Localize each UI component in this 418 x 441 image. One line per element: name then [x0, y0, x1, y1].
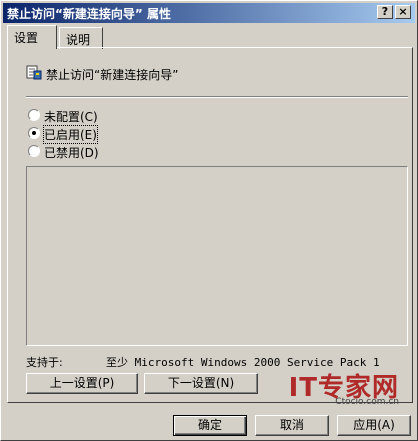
- properties-dialog: 禁止访问“新建连接向导” 属性 ? × 设置 说明 禁止访问“新建连接向导” 未…: [0, 0, 418, 441]
- title-bar[interactable]: 禁止访问“新建连接向导” 属性 ? ×: [3, 3, 415, 23]
- apply-button[interactable]: 应用(A): [337, 415, 411, 436]
- option-label: 未配置(C): [44, 110, 98, 124]
- option-label: 已启用(E): [43, 125, 98, 144]
- policy-setting-icon: [26, 65, 42, 80]
- watermark-sub: Ctocio.com.cn: [335, 397, 399, 407]
- settings-panel: 禁止访问“新建连接向导” 未配置(C) 已启用(E) 已禁用(D) 支持于: 至…: [7, 47, 413, 403]
- tab-settings[interactable]: 设置: [7, 25, 57, 49]
- window-title: 禁止访问“新建连接向导” 属性: [7, 7, 171, 21]
- option-label: 已禁用(D): [44, 146, 99, 160]
- radio-enabled[interactable]: [28, 127, 40, 139]
- radio-not-configured[interactable]: [28, 109, 40, 121]
- supported-on-label: 支持于:: [26, 356, 63, 369]
- previous-setting-button[interactable]: 上一设置(P): [26, 373, 138, 394]
- divider: [26, 96, 408, 98]
- options-area: [26, 166, 408, 346]
- cancel-button[interactable]: 取消: [255, 415, 329, 436]
- watermark-logo: IT专家网 Ctocio.com.cn: [289, 367, 399, 407]
- tab-explain[interactable]: 说明: [59, 27, 103, 49]
- close-button[interactable]: ×: [395, 5, 411, 19]
- policy-title: 禁止访问“新建连接向导”: [46, 68, 179, 82]
- ok-button[interactable]: 确定: [173, 415, 247, 436]
- radio-disabled[interactable]: [28, 145, 40, 157]
- help-button[interactable]: ?: [377, 5, 393, 19]
- next-setting-button[interactable]: 下一设置(N): [144, 373, 258, 394]
